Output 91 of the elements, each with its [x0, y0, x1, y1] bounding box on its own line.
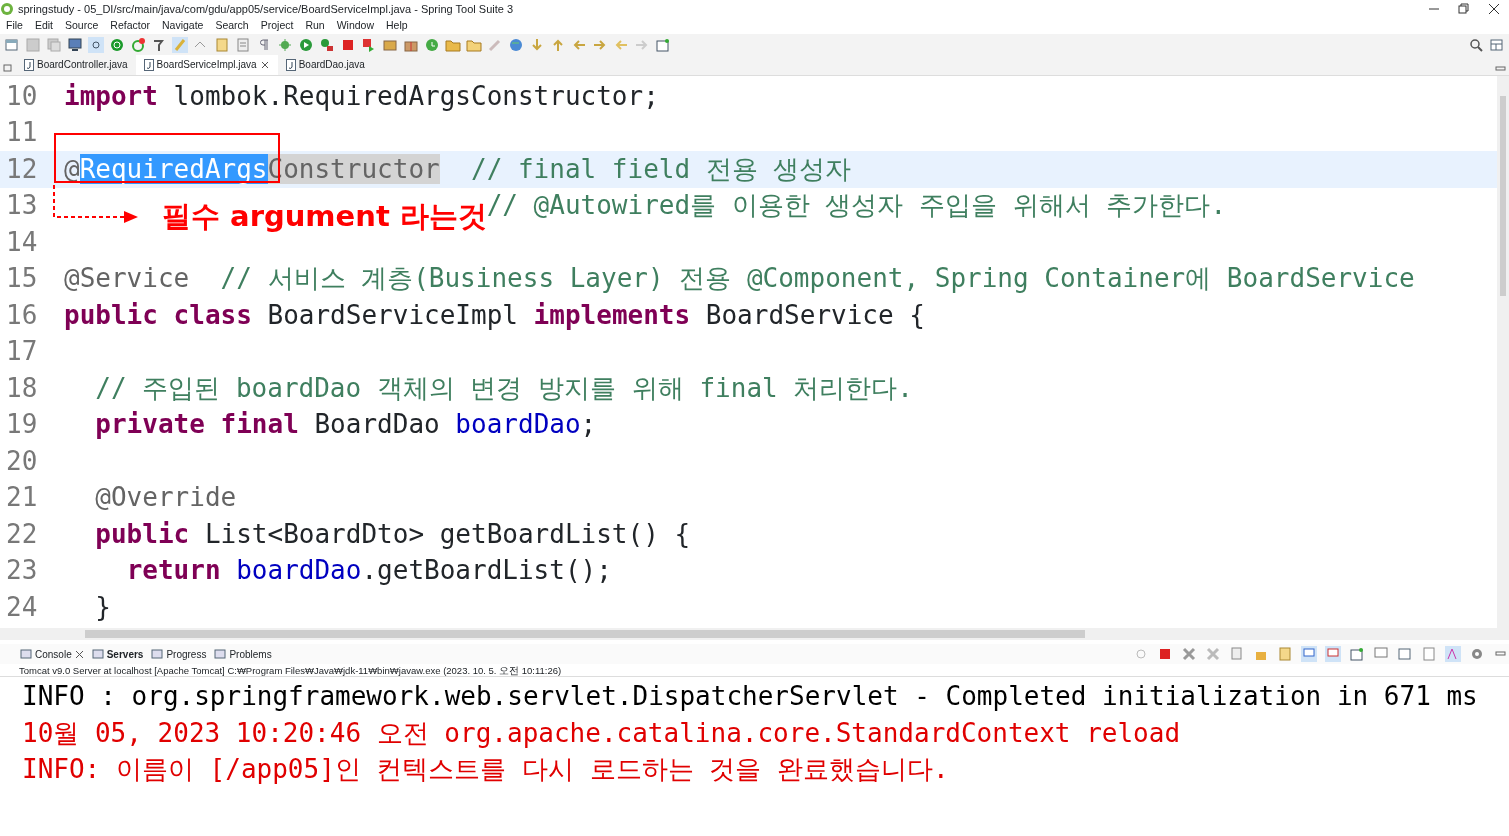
globe-icon[interactable] [508, 37, 524, 53]
new-console-icon[interactable] [1397, 646, 1413, 662]
view-icon [91, 648, 104, 660]
line-number: 18 [6, 372, 38, 403]
console-tab[interactable]: Servers [91, 646, 144, 662]
line-number: 11 [6, 117, 38, 148]
save-icon[interactable] [25, 37, 41, 53]
line-number: 23 [6, 555, 38, 586]
editor-tab[interactable]: BoardController.java [16, 55, 136, 75]
horizontal-scrollbar[interactable] [0, 628, 1509, 640]
power-icon[interactable] [109, 37, 125, 53]
console-tab[interactable]: Progress [151, 646, 207, 662]
line-number: 14 [6, 226, 38, 257]
line-number: 17 [6, 336, 38, 367]
stop-icon[interactable] [340, 37, 356, 53]
code-line: // @Autowired를 이용한 생성자 주입을 위해서 추가한다. [486, 189, 1227, 223]
java-file-icon [143, 58, 154, 71]
menu-item[interactable]: Navigate [156, 18, 210, 34]
save-all-icon[interactable] [46, 37, 62, 53]
view-icon [151, 648, 164, 660]
app-logo-icon [0, 2, 14, 16]
line-number: 13 [6, 190, 38, 221]
list-icon[interactable] [235, 37, 251, 53]
vertical-scrollbar[interactable] [1497, 76, 1509, 628]
open-folder-icon[interactable] [466, 37, 482, 53]
menu-item[interactable]: Project [254, 18, 300, 34]
package-icon[interactable] [382, 37, 398, 53]
search-icon[interactable] [1468, 37, 1484, 53]
refresh-icon[interactable] [130, 37, 146, 53]
document-icon[interactable] [214, 37, 230, 53]
code-line: import lombok.RequiredArgsConstructor; [64, 79, 659, 113]
console-tab[interactable]: Problems [214, 646, 272, 662]
run-icon[interactable] [298, 37, 314, 53]
code-line: // 주입된 boardDao 객체의 변경 방지를 위해 final 처리한다. [95, 371, 913, 405]
line-number: 12 [6, 153, 38, 184]
clock-icon[interactable] [424, 37, 440, 53]
line-number: 19 [6, 409, 38, 440]
menu-item[interactable]: Edit [28, 18, 59, 34]
callout-text: 필수 argument 라는것 [162, 198, 487, 235]
brush-icon[interactable] [172, 37, 188, 53]
window-title: springstudy - 05_DI/src/main/java/com/gdu/app05/service/BoardServiceImpl.java - Spring Tool Suite 3 [18, 1, 515, 17]
show-output-icon[interactable] [1301, 646, 1317, 662]
monitor-icon[interactable] [67, 37, 83, 53]
settings-icon[interactable] [1469, 646, 1485, 662]
code-line: @Override [95, 481, 237, 515]
close-icon[interactable] [259, 59, 270, 70]
view-icon [214, 648, 227, 660]
pin-window-icon[interactable] [655, 37, 671, 53]
menu-item[interactable]: Source [59, 18, 105, 34]
code-line: public List<BoardDto> getBoardList() { [95, 517, 691, 551]
line-number: 15 [6, 263, 38, 294]
code-line: @Service // 서비스 계층(Business Layer) 전용 @Component, Spring Container에 BoardService [64, 262, 1415, 296]
console-line: 10월 05, 2023 10:20:46 오전 org.apache.catalina.core.StandardContext reload [22, 716, 1182, 750]
view-icon [20, 648, 32, 660]
show-error-icon[interactable] [1325, 646, 1341, 662]
wrap-icon[interactable] [1277, 646, 1293, 662]
line-number: 22 [6, 518, 38, 549]
console-line: INFO : org.springframework.web.servlet.DispatcherServlet - Completed initialization in 671 ms [22, 680, 1479, 713]
remove-all-icon[interactable] [1205, 646, 1221, 662]
code-line: public class BoardServiceImpl implements BoardService { [64, 298, 925, 332]
process-label: Tomcat v9.0 Server at localhost [Apache Tomcat] C:₩Program Files₩Java₩jdk-11₩bin₩javaw.exe (2023. 10. 5. 오전 10:11:26) [0, 664, 1509, 677]
perspective-icon[interactable] [1489, 37, 1505, 53]
copy-icon[interactable] [1421, 646, 1437, 662]
remove-icon[interactable] [1181, 646, 1197, 662]
line-number: 10 [6, 80, 38, 111]
code-line: private final BoardDao boardDao; [95, 408, 597, 442]
folder-icon[interactable] [445, 37, 461, 53]
menu-item[interactable]: Refactor [104, 18, 156, 34]
line-number: 16 [6, 299, 38, 330]
menu-item[interactable]: Window [330, 18, 381, 34]
menu-item[interactable]: Help [380, 18, 414, 34]
code-line: return boardDao.getBoardList(); [126, 554, 612, 588]
line-number: 20 [6, 445, 38, 476]
menu-item[interactable]: File [0, 18, 29, 34]
editor-tab[interactable]: BoardServiceImpl.java [135, 55, 278, 75]
line-number: 24 [6, 591, 38, 622]
new-file-icon[interactable] [4, 37, 20, 53]
stop-icon[interactable] [1157, 646, 1173, 662]
close-icon[interactable] [74, 649, 84, 659]
code-line: } [95, 590, 111, 624]
line-number: 21 [6, 482, 38, 513]
editor-tab[interactable]: BoardDao.java [277, 55, 373, 75]
menu-item[interactable]: Run [299, 18, 331, 34]
bug-icon[interactable] [277, 37, 293, 53]
run-tool-icon[interactable] [319, 37, 335, 53]
menu-item[interactable]: Search [209, 18, 255, 34]
console-tab[interactable]: Console [20, 646, 84, 662]
highlight-icon[interactable] [1445, 646, 1461, 662]
clear-icon[interactable] [1229, 646, 1245, 662]
console-line: INFO: 이름이 [/app05]인 컨텍스트를 다시 로드하는 것을 완료했습니다. [22, 753, 950, 786]
down-arrow-icon[interactable] [529, 37, 545, 53]
